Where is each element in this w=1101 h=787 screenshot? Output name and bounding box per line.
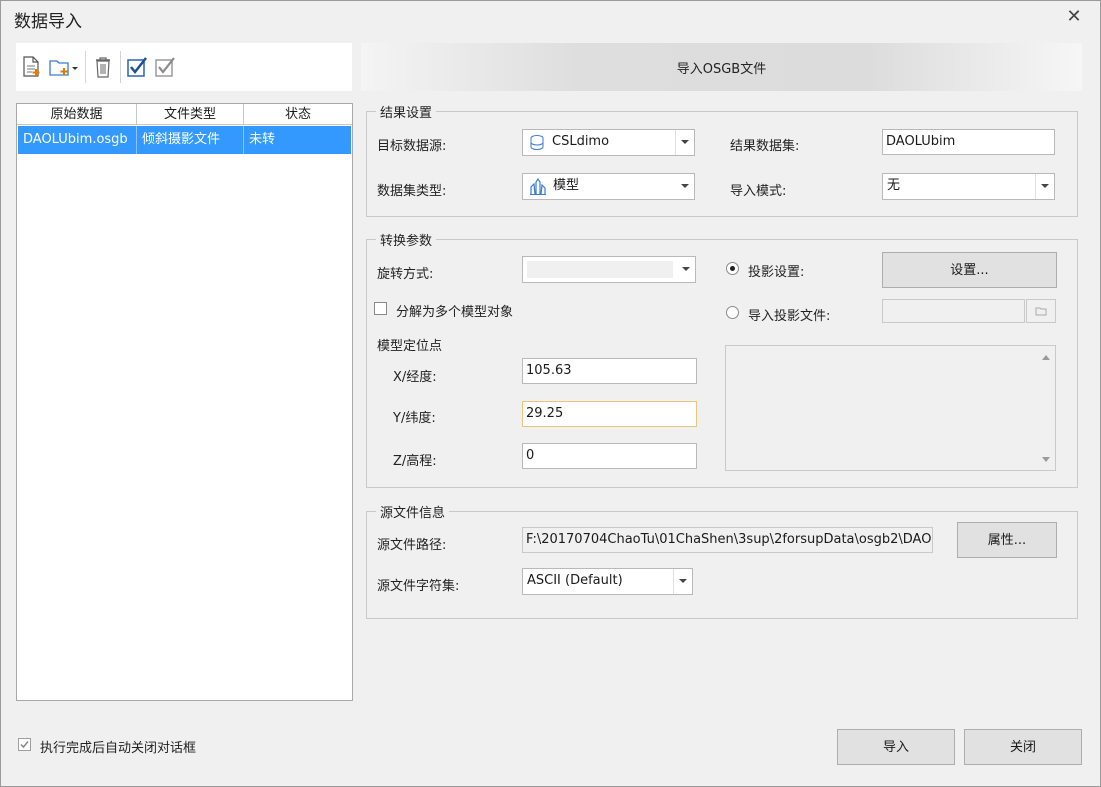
y-latitude-label: Y/纬度: xyxy=(393,411,436,426)
projection-setting-radio[interactable] xyxy=(726,262,739,275)
z-elevation-label: Z/高程: xyxy=(393,454,437,469)
import-projection-label: 导入投影文件: xyxy=(748,309,831,324)
toolbar-separator xyxy=(85,51,86,83)
target-datasource-label: 目标数据源: xyxy=(377,139,447,154)
dataset-type-select[interactable]: 模型 xyxy=(522,173,695,200)
auto-close-checkbox[interactable] xyxy=(18,738,31,751)
y-latitude-input[interactable]: 29.25 xyxy=(522,401,697,427)
result-dataset-label: 结果数据集: xyxy=(730,139,800,154)
rotation-label: 旋转方式: xyxy=(377,267,434,282)
import-mode-value: 无 xyxy=(887,178,901,193)
close-button[interactable]: 关闭 xyxy=(964,729,1082,765)
conversion-title: 转换参数 xyxy=(376,230,437,249)
chevron-down-icon[interactable] xyxy=(677,257,695,282)
result-dataset-input[interactable]: DAOLUbim xyxy=(882,129,1055,155)
source-path-label: 源文件路径: xyxy=(377,538,447,553)
model-icon xyxy=(529,177,547,205)
browse-folder-icon xyxy=(1035,307,1047,316)
chevron-down-icon[interactable] xyxy=(1035,174,1054,199)
properties-button[interactable]: 属性... xyxy=(957,522,1057,558)
browse-button xyxy=(1026,299,1056,323)
charset-select[interactable]: ASCII (Default) xyxy=(522,568,693,595)
target-datasource-value: CSLdimo xyxy=(552,134,610,149)
projection-info-textarea[interactable] xyxy=(725,345,1056,471)
dialog-title: 数据导入 xyxy=(14,12,82,32)
chevron-down-icon[interactable] xyxy=(70,55,80,79)
result-settings-group xyxy=(366,111,1078,217)
result-settings-title: 结果设置 xyxy=(376,102,437,121)
new-file-icon[interactable] xyxy=(20,55,44,79)
close-icon[interactable]: ✕ xyxy=(1063,6,1085,28)
import-mode-select[interactable]: 无 xyxy=(882,173,1055,200)
dataset-type-value: 模型 xyxy=(553,178,580,193)
x-longitude-label: X/经度: xyxy=(393,370,437,385)
import-mode-label: 导入模式: xyxy=(730,184,787,199)
row-source: DAOLUbim.osgb xyxy=(18,126,137,154)
row-type: 倾斜摄影文件 xyxy=(137,126,244,154)
projection-file-input xyxy=(882,299,1025,323)
x-longitude-input[interactable]: 105.63 xyxy=(522,358,697,384)
import-button[interactable]: 导入 xyxy=(837,729,955,765)
charset-label: 源文件字符集: xyxy=(377,579,460,594)
source-info-title: 源文件信息 xyxy=(376,502,450,521)
checkmark-icon xyxy=(20,741,29,749)
rotation-value xyxy=(527,261,673,278)
charset-value: ASCII (Default) xyxy=(527,573,623,588)
projection-setting-label: 投影设置: xyxy=(748,265,805,280)
split-model-label: 分解为多个模型对象 xyxy=(396,305,514,320)
z-elevation-input[interactable]: 0 xyxy=(522,443,697,469)
add-folder-icon[interactable] xyxy=(48,55,72,79)
target-datasource-select[interactable]: CSLdimo xyxy=(522,129,695,156)
chevron-down-icon[interactable] xyxy=(673,569,692,594)
toolbar-separator xyxy=(120,51,121,83)
invert-select-icon[interactable] xyxy=(153,55,177,79)
settings-button[interactable]: 设置... xyxy=(882,252,1057,288)
row-status: 未转 xyxy=(249,132,276,147)
column-header-type[interactable]: 文件类型 xyxy=(137,104,244,124)
split-model-checkbox[interactable] xyxy=(374,302,387,315)
chevron-down-icon[interactable] xyxy=(676,174,694,199)
file-list-header: 原始数据 文件类型 状态 xyxy=(17,104,352,125)
delete-icon[interactable] xyxy=(91,55,115,79)
rotation-select[interactable] xyxy=(522,256,696,283)
toolbar xyxy=(16,43,352,91)
dataset-type-label: 数据集类型: xyxy=(377,184,447,199)
column-header-source[interactable]: 原始数据 xyxy=(17,104,137,124)
select-all-icon[interactable] xyxy=(125,55,149,79)
source-path-input[interactable]: F:\20170704ChaoTu\01ChaShen\3sup\2forsup… xyxy=(522,527,933,553)
file-list-row[interactable]: DAOLUbim.osgb 倾斜摄影文件 未转 xyxy=(18,126,351,154)
file-list: 原始数据 文件类型 状态 DAOLUbim.osgb 倾斜摄影文件 未转 xyxy=(16,103,353,701)
scroll-down-icon[interactable] xyxy=(1042,457,1050,462)
import-projection-radio[interactable] xyxy=(726,306,739,319)
import-osgb-header-button[interactable]: 导入OSGB文件 xyxy=(361,43,1082,91)
auto-close-label: 执行完成后自动关闭对话框 xyxy=(40,741,197,756)
anchor-point-label: 模型定位点 xyxy=(377,339,443,354)
column-header-status[interactable]: 状态 xyxy=(244,104,352,124)
chevron-down-icon[interactable] xyxy=(675,130,694,155)
scroll-up-icon[interactable] xyxy=(1042,355,1050,360)
database-icon xyxy=(528,134,546,161)
